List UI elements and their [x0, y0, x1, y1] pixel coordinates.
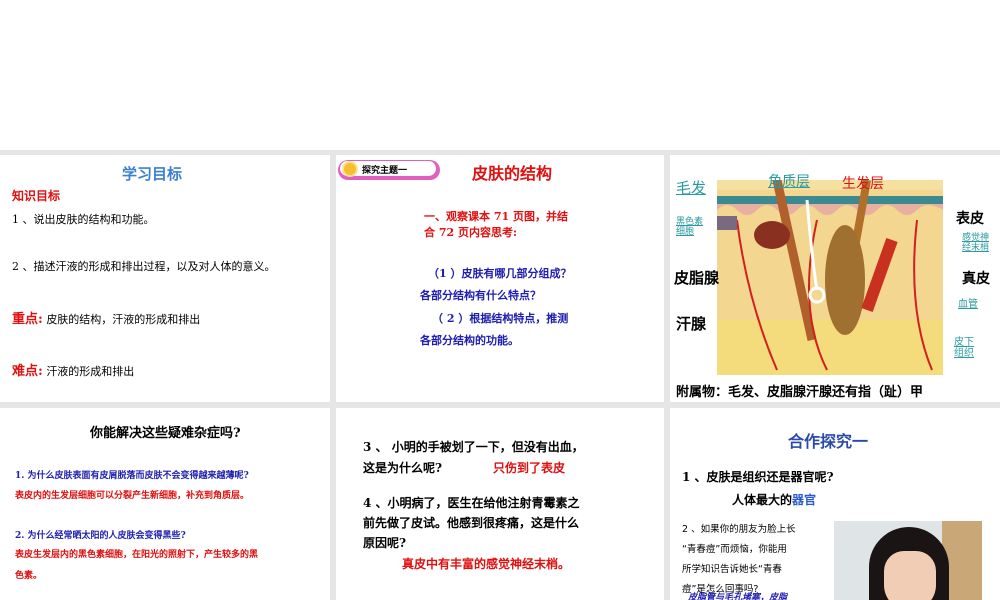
question: 各部分结构的功能。 [420, 334, 519, 347]
question: 原因呢? [363, 536, 407, 550]
skin-cross-section-image [717, 180, 943, 375]
answer: 真皮中有丰富的感觉神经末梢。 [402, 557, 571, 571]
label-subcutaneous: 皮下 组织 [954, 337, 974, 359]
key-text: 皮肤的结构，汗液的形成和排出 [46, 313, 201, 326]
caption: 附属物：毛发、皮脂腺汗腺还有指（趾）甲 [676, 385, 924, 400]
question: 1. 为什么皮肤表面有皮屑脱落而皮肤不会变得越来越薄呢? [15, 471, 249, 481]
question: （ 2 ）根据结构特点，推测 [432, 312, 569, 325]
slide-questions-2[interactable]: 3 、 小明的手被划了一下，但没有出血， 这是为什么呢? 只伤到了表皮 4 、小… [336, 408, 664, 600]
answer: 皮脂管与毛孔堵塞，皮脂 [688, 593, 788, 600]
question: （1 ）皮肤有哪几部分组成？ [428, 267, 572, 280]
slide-questions-1[interactable]: 你能解决这些疑难杂症吗? 1. 为什么皮肤表面有皮屑脱落而皮肤不会变得越来越薄呢… [0, 408, 330, 600]
key-label: 重点: [12, 312, 43, 327]
answer: 人体最大的 [732, 493, 793, 507]
label-sebaceous-gland: 皮脂腺 [674, 269, 720, 287]
question-2: 2 、如果你的朋友为脸上长 “青春痘”而烦恼，你能用 所学知识告诉她长“青春 痘”是怎… [682, 524, 796, 595]
label-hair: 毛发 [676, 179, 707, 197]
intro-line: 一、观察课本 71 页图，并结 [424, 210, 568, 223]
answer-highlight: 器官 [792, 493, 817, 507]
answer: 色素。 [15, 571, 43, 581]
question: 3 、 小明的手被划了一下，但没有出血， [363, 440, 584, 454]
subtitle: 知识目标 [12, 189, 61, 203]
slide-title: 合作探究一 [788, 432, 869, 451]
label-melanocyte: 黑色素 细胞 [676, 217, 704, 237]
difficulty-label: 难点: [12, 364, 43, 379]
question: 4 、小明病了，医生在给他注射青霉素之 [363, 496, 580, 510]
badge-label: 探究主题一 [362, 166, 408, 176]
question: 这是为什么呢? [363, 461, 443, 475]
label-nerve-endings: 感觉神 经末梢 [962, 233, 990, 253]
difficulty-text: 汗液的形成和排出 [46, 365, 135, 378]
label-stratum-corneum: 角质层 [768, 174, 810, 190]
slide-cooperative-inquiry[interactable]: 合作探究一 1 、皮肤是组织还是器官呢? 人体最大的器官 2 、如果你的朋友为脸… [670, 408, 1000, 600]
question: 前先做了皮试。他感到很疼痛，这是什么 [363, 516, 580, 530]
question: 各部分结构有什么特点？ [420, 289, 541, 302]
label-sweat-gland: 汗腺 [676, 315, 707, 333]
answer: 只伤到了表皮 [493, 461, 566, 475]
goal-1: 1 、说出皮肤的结构和功能。 [12, 213, 155, 226]
slide-title: 你能解决这些疑难杂症吗? [90, 426, 241, 441]
label-epidermis: 表皮 [956, 211, 984, 227]
label-blood-vessel: 血管 [958, 299, 978, 310]
arrow-icon [342, 161, 358, 177]
slide-learning-goals[interactable]: 学习目标 知识目标 1 、说出皮肤的结构和功能。 2 、描述汗液的形成和排出过程… [0, 155, 330, 402]
goal-2: 2 、描述汗液的形成和排出过程，以及对人体的意义。 [12, 260, 276, 273]
intro-line: 合 72 页内容思考: [424, 226, 518, 239]
label-dermis: 真皮 [962, 271, 990, 287]
blank-header [0, 0, 1000, 150]
label-germinal-layer: 生发层 [842, 176, 884, 192]
student-photo [834, 521, 982, 600]
slide-title: 皮肤的结构 [472, 164, 553, 183]
question: 2. 为什么经常晒太阳的人皮肤会变得黑些? [15, 531, 186, 541]
answer: 表皮内的生发层细胞可以分裂产生新细胞，补充到角质层。 [15, 491, 250, 501]
slide-title: 学习目标 [122, 165, 183, 183]
answer: 表皮生发层内的黑色素细胞，在阳光的照射下，产生较多的黑 [15, 550, 259, 560]
slide-skin-diagram[interactable]: 毛发 角质层 生发层 黑色素 细胞 皮脂腺 汗腺 表皮 感觉神 经末梢 真皮 血管 … [670, 155, 1000, 402]
topic-badge: 探究主题一 [338, 160, 440, 180]
question: 1 、皮肤是组织还是器官呢? [682, 470, 834, 484]
slide-skin-structure[interactable]: 探究主题一 皮肤的结构 一、观察课本 71 页图，并结 合 72 页内容思考: … [336, 155, 664, 402]
